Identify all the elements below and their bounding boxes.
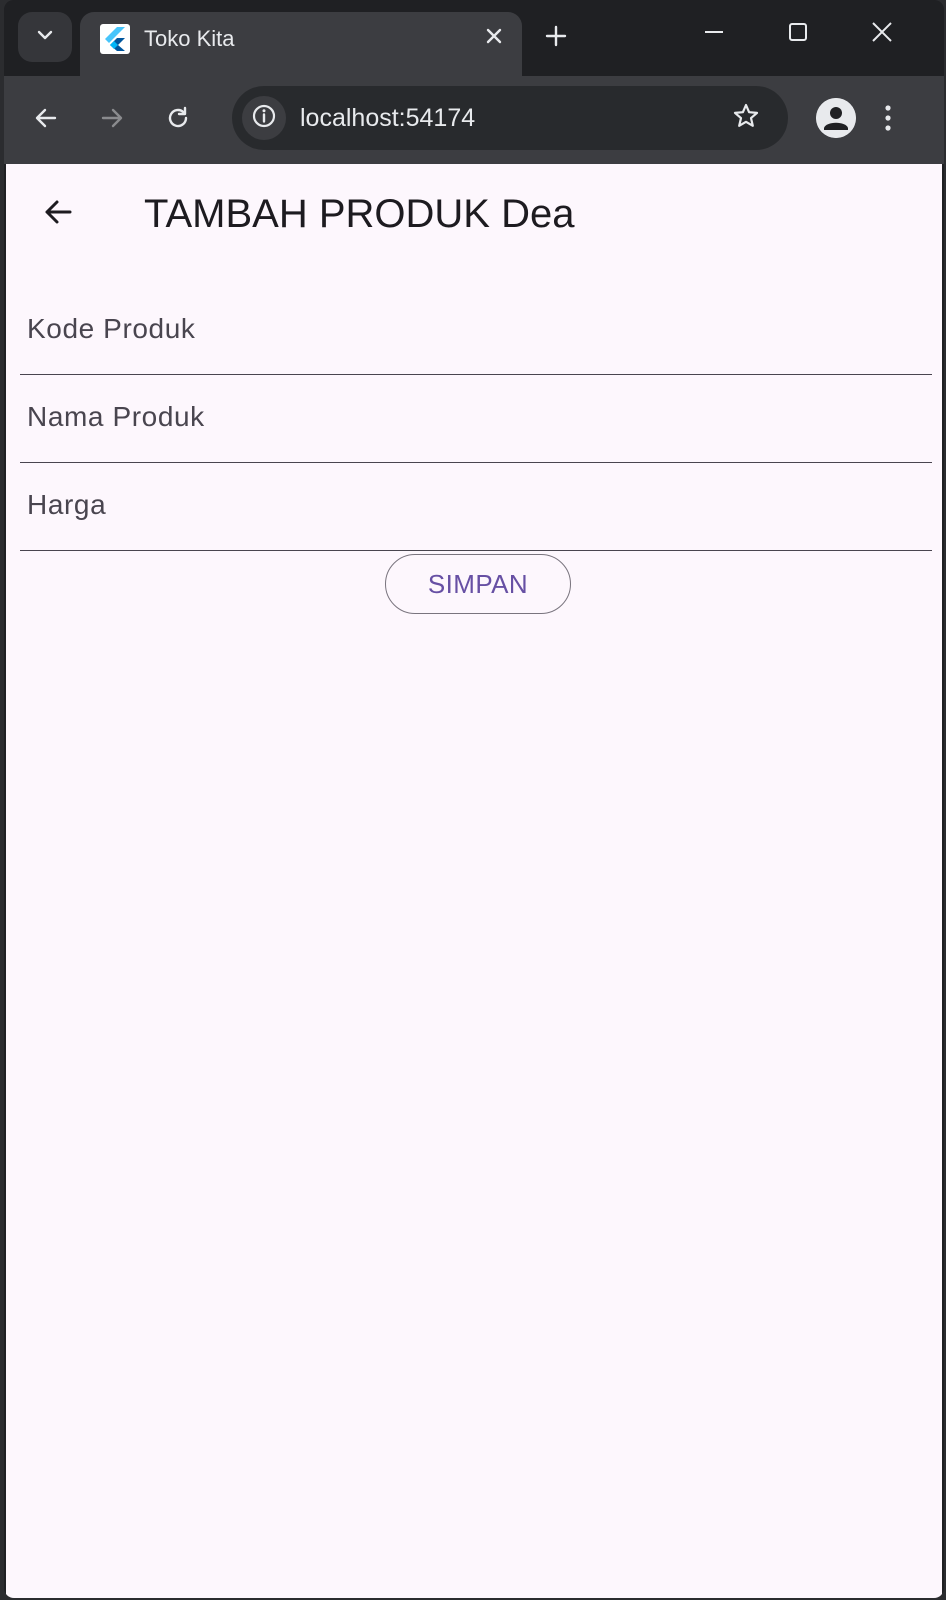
kode-produk-field[interactable] (20, 284, 932, 375)
kebab-menu-icon (883, 104, 893, 137)
tab-search-button[interactable] (18, 12, 72, 62)
new-tab-button[interactable] (538, 20, 574, 56)
reload-icon (165, 105, 191, 136)
page-title: TAMBAH PRODUK Dea (144, 192, 575, 236)
minimize-icon (703, 21, 725, 48)
arrow-right-icon (99, 105, 125, 136)
maximize-icon (787, 21, 809, 48)
back-button[interactable] (24, 98, 68, 142)
close-icon (871, 21, 893, 48)
forward-button[interactable] (90, 98, 134, 142)
tab-active[interactable]: Toko Kita (80, 12, 522, 76)
info-icon (251, 103, 277, 134)
reload-button[interactable] (156, 98, 200, 142)
nama-produk-field[interactable] (20, 372, 932, 463)
kode-produk-input[interactable] (20, 284, 932, 374)
site-info-button[interactable] (242, 96, 286, 140)
window-close-button[interactable] (852, 14, 912, 54)
maximize-button[interactable] (768, 14, 828, 54)
star-icon (732, 102, 760, 135)
save-button[interactable]: SIMPAN (385, 554, 571, 614)
tab-close-button[interactable] (478, 22, 510, 54)
browser-menu-button[interactable] (866, 98, 910, 142)
close-icon (485, 27, 503, 50)
browser-window: Toko Kita localhost:54174 TAMBAH PRODUK … (4, 0, 944, 1598)
url-text: localhost:54174 (300, 104, 476, 132)
profile-icon (816, 98, 856, 138)
minimize-button[interactable] (684, 14, 744, 54)
bookmark-button[interactable] (726, 98, 766, 138)
arrow-left-icon (33, 105, 59, 136)
harga-field[interactable] (20, 460, 932, 551)
address-bar[interactable]: localhost:54174 (232, 86, 788, 150)
chevron-down-icon (35, 25, 55, 50)
plus-icon (544, 24, 568, 53)
appbar-back-button[interactable] (30, 186, 86, 242)
arrow-left-icon (41, 195, 75, 234)
profile-button[interactable] (816, 98, 856, 138)
browser-toolbar: localhost:54174 (4, 76, 944, 164)
harga-input[interactable] (20, 460, 932, 550)
flutter-icon (100, 24, 130, 54)
tab-strip: Toko Kita (4, 0, 944, 76)
app-page: TAMBAH PRODUK Dea SIMPAN (6, 164, 942, 1598)
nama-produk-input[interactable] (20, 372, 932, 462)
tab-title: Toko Kita (144, 26, 235, 51)
